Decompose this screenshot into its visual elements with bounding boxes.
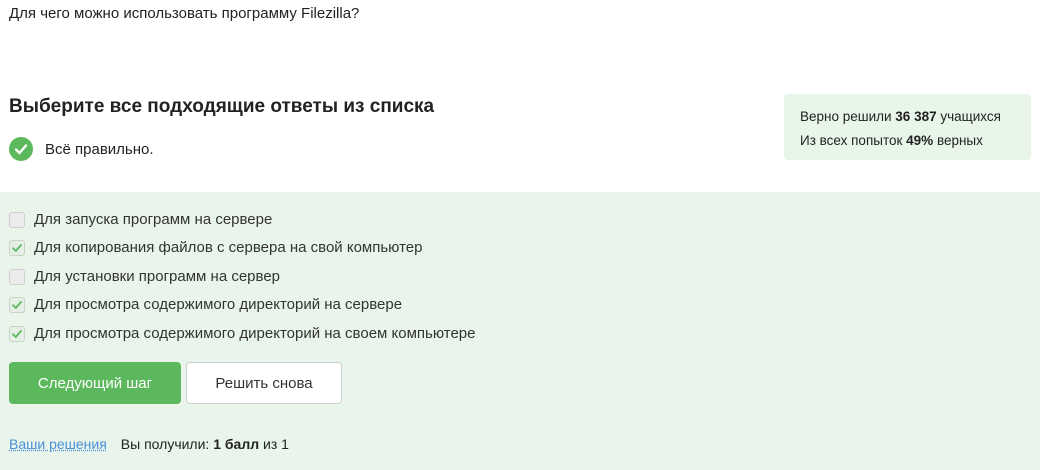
checkbox[interactable] [9, 268, 25, 285]
checkmark-icon [12, 329, 22, 338]
stats-solvers-suffix: учащихся [936, 109, 1001, 124]
score-text: Вы получили: 1 балл из 1 [121, 436, 289, 452]
answer-option-label: Для запуска программ на сервере [34, 211, 273, 228]
stats-percent-prefix: Из всех попыток [800, 133, 907, 148]
footer: Ваши решения Вы получили: 1 балл из 1 [9, 436, 289, 452]
answer-option-label: Для просмотра содержимого директорий на … [34, 325, 476, 342]
check-circle-icon [9, 137, 33, 161]
score-value: 1 балл [213, 436, 260, 452]
next-step-button[interactable]: Следующий шаг [9, 362, 181, 404]
score-suffix: из 1 [259, 436, 289, 452]
checkbox-checked[interactable] [9, 325, 25, 342]
result-status: Всё правильно. [9, 137, 154, 161]
answer-option-label: Для копирования файлов с сервера на свой… [34, 239, 423, 256]
answer-option[interactable]: Для просмотра содержимого директорий на … [9, 296, 402, 313]
answer-option[interactable]: Для копирования файлов с сервера на свой… [9, 239, 422, 256]
checkbox[interactable] [9, 211, 25, 228]
stats-solvers-count: 36 387 [895, 109, 937, 124]
checkmark-icon [12, 300, 22, 309]
answer-option[interactable]: Для запуска программ на сервере [9, 211, 272, 228]
retry-button[interactable]: Решить снова [186, 362, 342, 404]
answer-option-label: Для установки программ на сервер [34, 268, 280, 285]
question-text: Для чего можно использовать программу Fi… [9, 5, 360, 22]
stats-box: Верно решили 36 387 учащихся Из всех поп… [784, 94, 1031, 160]
stats-solvers-prefix: Верно решили [800, 109, 896, 124]
stats-percent-value: 49% [906, 133, 934, 148]
stats-solvers-line: Верно решили 36 387 учащихся [800, 105, 1031, 129]
your-solutions-link[interactable]: Ваши решения [9, 436, 107, 452]
answer-option-label: Для просмотра содержимого директорий на … [34, 296, 403, 313]
answer-option[interactable]: Для просмотра содержимого директорий на … [9, 325, 475, 342]
checkmark-icon [12, 243, 22, 252]
task-instruction: Выберите все подходящие ответы из списка [9, 96, 435, 117]
checkbox-checked[interactable] [9, 296, 25, 313]
stats-percent-line: Из всех попыток 49% верных [800, 129, 1031, 153]
stats-percent-suffix: верных [933, 133, 983, 148]
checkbox-checked[interactable] [9, 239, 25, 256]
result-text: Всё правильно. [45, 140, 154, 158]
score-prefix: Вы получили: [120, 436, 214, 452]
answer-option[interactable]: Для установки программ на сервер [9, 268, 280, 285]
